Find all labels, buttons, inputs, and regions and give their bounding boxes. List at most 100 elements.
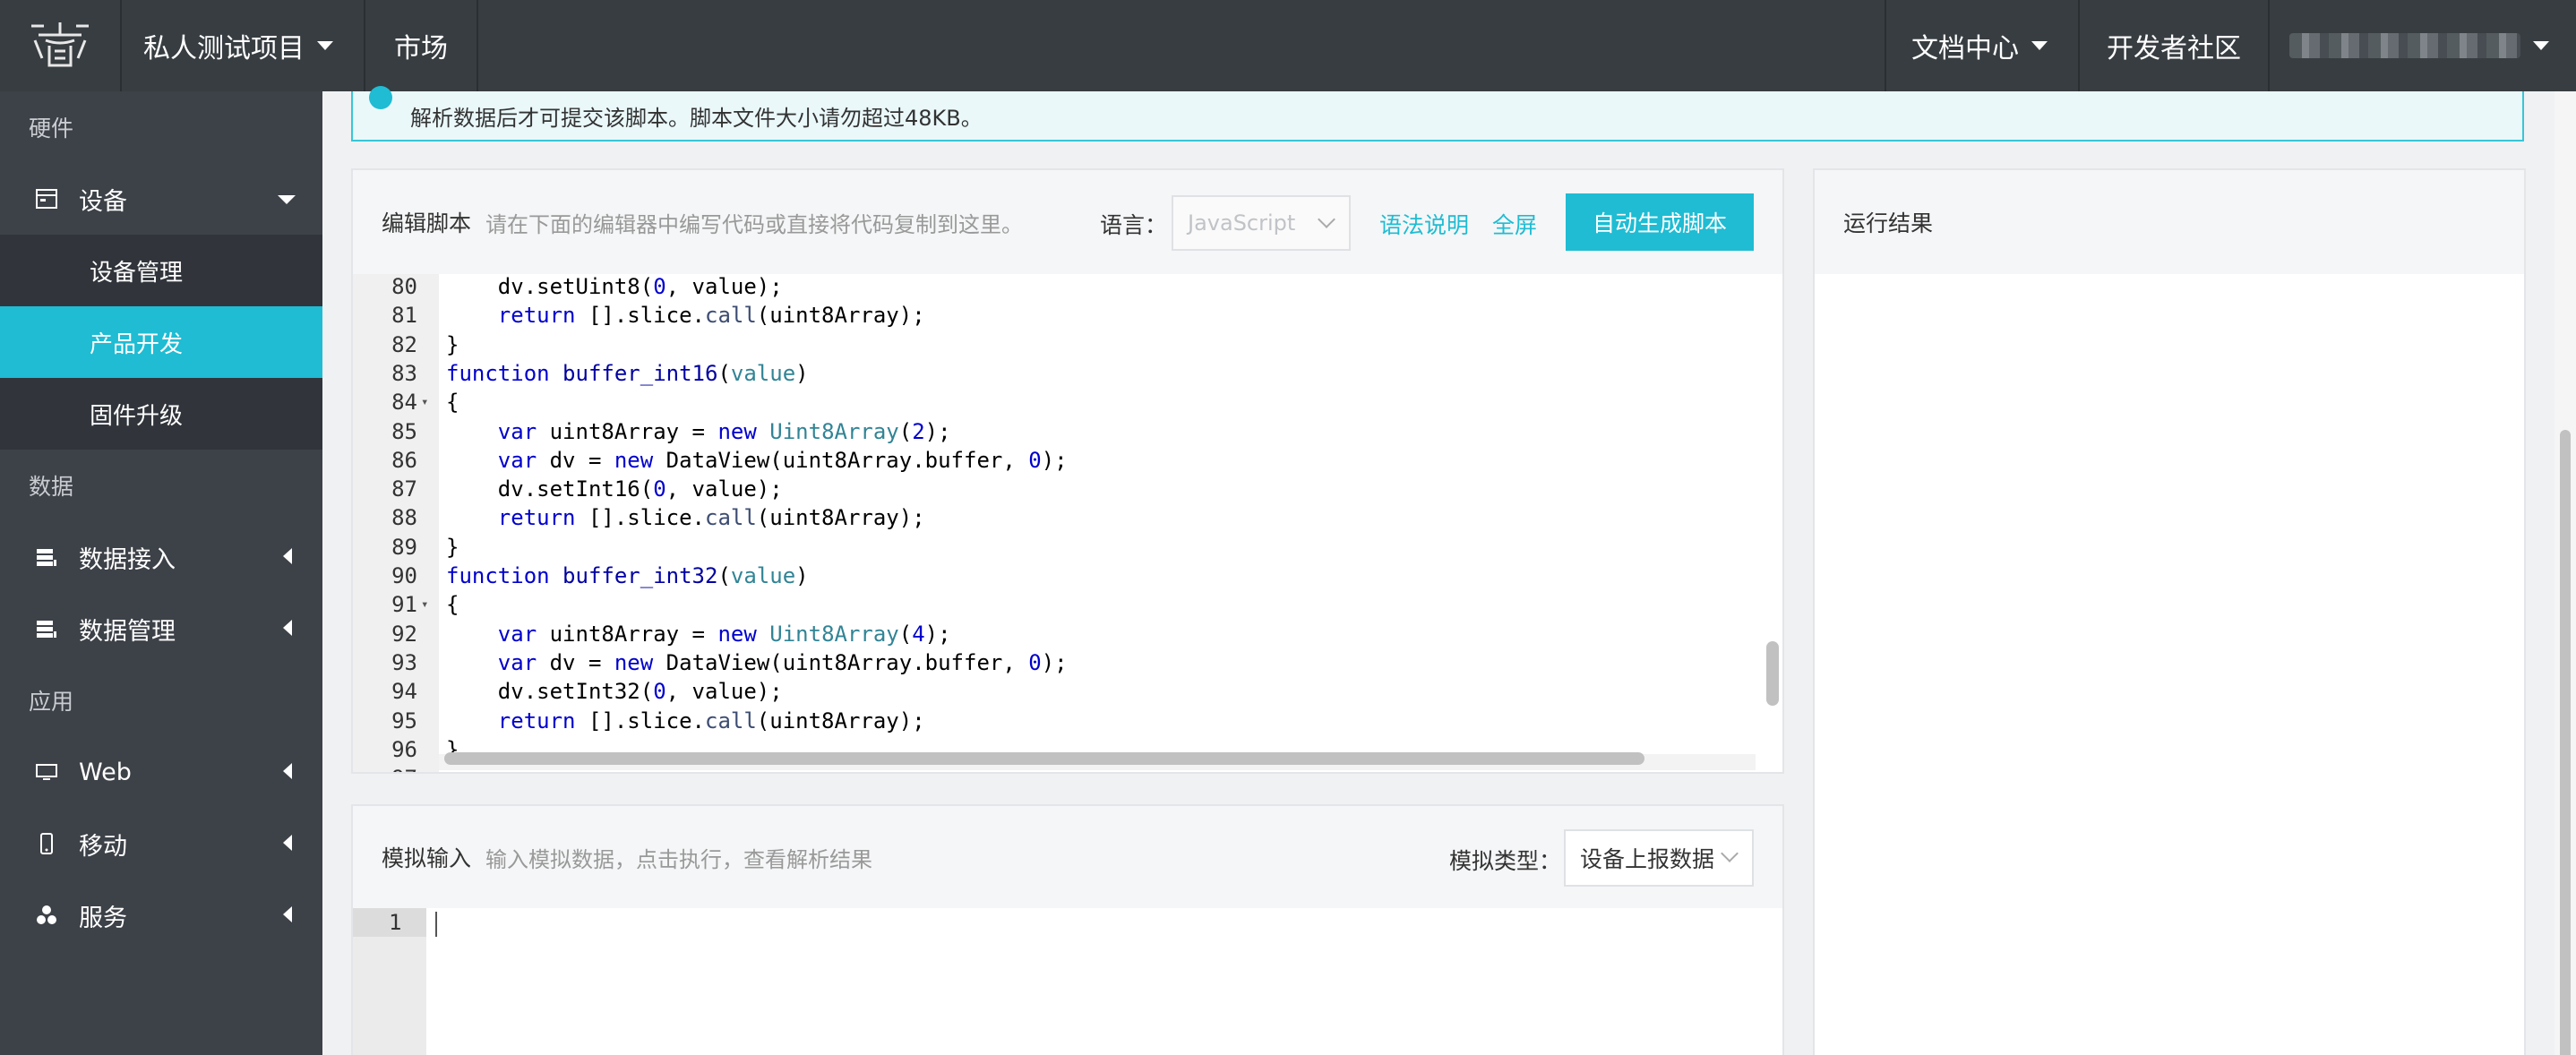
line-number: 1 (389, 910, 402, 935)
code-line: 94 dv.setInt32(0, value); (353, 677, 1757, 706)
chevron-left-icon (283, 835, 292, 851)
line-number: 84 (391, 390, 417, 416)
line-number: 87 (391, 476, 417, 502)
auto-generate-button[interactable]: 自动生成脚本 (1566, 193, 1755, 251)
code-text: { (446, 592, 459, 618)
language-label: 语言： (1100, 212, 1168, 238)
chevron-left-icon (283, 548, 292, 564)
topbar-spacer (478, 0, 1886, 91)
code-line: 89} (353, 533, 1757, 562)
simulate-type-select[interactable]: 设备上报数据 (1564, 829, 1754, 887)
top-nav-bar: 私人测试项目 市场 文档中心 开发者社区 (0, 0, 2576, 91)
simulate-input-panel: 模拟输入 输入模拟数据，点击执行，查看解析结果 模拟类型： 设备上报数据 1 (351, 804, 1784, 1055)
chevron-left-icon (283, 620, 292, 636)
sidebar-item-label: 数据管理 (79, 617, 176, 646)
user-name-blurred (2289, 33, 2520, 58)
simulate-hint: 输入模拟数据，点击执行，查看解析结果 (485, 846, 873, 872)
code-text: var dv = new DataView(uint8Array.buffer,… (497, 447, 1068, 473)
simulate-input-editor[interactable]: 1 (353, 908, 1782, 1055)
code-text: { (446, 390, 459, 416)
code-line: 84 ▾ { (353, 388, 1757, 416)
code-line: 91 ▾ { (353, 590, 1757, 619)
script-editor-panel: 编辑脚本 请在下面的编辑器中编写代码或直接将代码复制到这里。 语言： JavaS… (351, 168, 1784, 774)
code-line: 88 return [].slice.call(uint8Array); (353, 503, 1757, 532)
line-number: 85 (391, 418, 417, 444)
chevron-down-icon (278, 195, 296, 204)
line-number: 88 (391, 505, 417, 531)
sidebar-item-service[interactable]: 服务 (0, 879, 322, 951)
sidebar-item-firmware[interactable]: 固件升级 (0, 378, 322, 450)
code-line: 83 function buffer_int16(value) (353, 359, 1757, 388)
code-editor[interactable]: 80 dv.setUint8(0, value); 81 return [].sl… (353, 274, 1757, 772)
nav-docs[interactable]: 文档中心 (1886, 0, 2080, 91)
fold-toggle-icon[interactable]: ▾ (421, 388, 428, 416)
result-title: 运行结果 (1843, 210, 1934, 236)
page-scrollbar[interactable] (2560, 430, 2571, 1055)
language-value: JavaScript (1188, 210, 1296, 236)
code-text: var dv = new DataView(uint8Array.buffer,… (497, 649, 1068, 675)
line-number: 86 (391, 447, 417, 473)
code-line: 95 return [].slice.call(uint8Array); (353, 707, 1757, 735)
code-line: 82} (353, 330, 1757, 359)
project-name: 私人测试项目 (143, 33, 305, 64)
nav-community[interactable]: 开发者社区 (2080, 0, 2270, 91)
chevron-down-icon (2533, 41, 2549, 50)
project-switcher[interactable]: 私人测试项目 (122, 0, 365, 91)
info-notice: 解析数据后才可提交该脚本。脚本文件大小请勿超过48KB。 (351, 86, 2524, 142)
editor-hint: 请在下面的编辑器中编写代码或直接将代码复制到这里。 (485, 211, 1024, 237)
language-select[interactable]: JavaScript (1172, 195, 1351, 251)
simulate-type-label: 模拟类型： (1449, 848, 1562, 874)
code-line: 87 dv.setInt16(0, value); (353, 475, 1757, 503)
info-icon (369, 86, 392, 109)
chevron-down-icon (2031, 41, 2048, 50)
sidebar-item-data-manage[interactable]: 数据管理 (0, 593, 322, 665)
sidebar-group-data: 数据 (29, 474, 74, 500)
sidebar-item-label: 设备 (79, 187, 127, 216)
sidebar-item-label: 移动 (79, 832, 127, 861)
chevron-left-icon (283, 906, 292, 922)
line-number: 91 (391, 592, 417, 618)
line-number: 89 (391, 534, 417, 560)
simulate-title: 模拟输入 (382, 845, 472, 871)
cubes-icon (34, 903, 59, 928)
vertical-scrollbar[interactable] (1766, 641, 1779, 706)
code-text: dv.setInt32(0, value); (446, 679, 783, 705)
logo-icon[interactable] (0, 0, 122, 91)
user-menu[interactable] (2270, 0, 2576, 91)
nav-market[interactable]: 市场 (365, 0, 478, 91)
sidebar-item-label: Web (79, 758, 132, 786)
sidebar-item-product-dev[interactable]: 产品开发 (0, 306, 322, 378)
horizontal-scrollbar[interactable] (444, 752, 1644, 765)
line-number: 80 (391, 274, 417, 299)
line-number: 82 (391, 331, 417, 357)
code-text: var uint8Array = new Uint8Array(2); (497, 418, 951, 444)
syntax-help-link[interactable]: 语法说明 (1379, 208, 1469, 240)
sidebar: 硬件 设备 设备管理 产品开发 固件升级 数据 数据接入 数据管理 应用 Web (0, 91, 322, 1055)
line-number: 81 (391, 303, 417, 329)
line-number: 90 (391, 563, 417, 588)
code-text: } (446, 331, 459, 357)
sidebar-item-label: 服务 (79, 904, 127, 932)
chevron-down-icon (317, 41, 333, 50)
sidebar-item-data-access[interactable]: 数据接入 (0, 521, 322, 593)
sidebar-item-mobile[interactable]: 移动 (0, 808, 322, 879)
fold-toggle-icon[interactable]: ▾ (421, 590, 428, 619)
line-number: 94 (391, 679, 417, 705)
code-text: dv.setInt16(0, value); (446, 476, 783, 502)
notice-text: 解析数据后才可提交该脚本。脚本文件大小请勿超过48KB。 (410, 106, 983, 131)
chevron-left-icon (283, 763, 292, 779)
text-cursor (435, 912, 437, 937)
code-line: 93 var dv = new DataView(uint8Array.buff… (353, 648, 1757, 677)
code-text: var uint8Array = new Uint8Array(4); (497, 621, 951, 647)
server-icon (34, 616, 59, 641)
server-icon (34, 545, 59, 570)
monitor-icon (34, 759, 59, 785)
nav-market-label: 市场 (394, 33, 448, 64)
mobile-icon (34, 831, 59, 856)
sidebar-item-web[interactable]: Web (0, 736, 322, 808)
line-number: 93 (391, 649, 417, 675)
fullscreen-link[interactable]: 全屏 (1492, 208, 1537, 240)
sidebar-item-device[interactable]: 设备 (0, 163, 322, 235)
nav-docs-label: 文档中心 (1911, 33, 2019, 64)
sidebar-item-device-manage[interactable]: 设备管理 (0, 235, 322, 306)
